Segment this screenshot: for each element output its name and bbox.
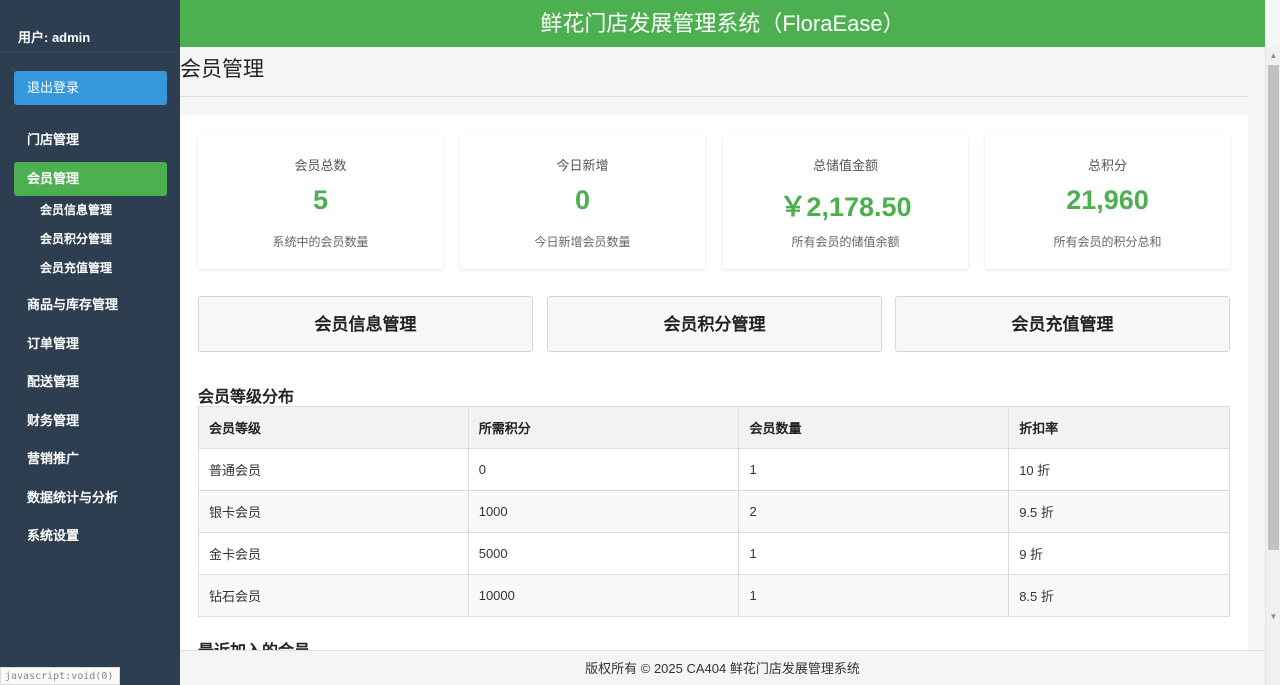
table-cell: 1	[738, 532, 1010, 575]
scroll-down-arrow-icon[interactable]: ▼	[1266, 612, 1280, 627]
column-header: 折扣率	[1008, 406, 1230, 449]
main-content: 会员管理 会员总数 5 系统中的会员数量 今日新增 0 今日新增会员数量 总储值…	[180, 47, 1248, 650]
table-cell: 1	[738, 574, 1010, 617]
member-recharge-button[interactable]: 会员充值管理	[895, 296, 1230, 352]
scroll-up-arrow-icon[interactable]: ▲	[1266, 47, 1280, 62]
stat-desc: 所有会员的积分总和	[1053, 235, 1162, 249]
stat-card-total-balance: 总储值金额 ￥2,178.50 所有会员的储值余额	[723, 135, 968, 269]
app-header: 鲜花门店发展管理系统（FloraEase）	[180, 0, 1265, 47]
footer: 版权所有 © 2025 CA404 鲜花门店发展管理系统	[180, 650, 1265, 685]
table-cell: 钻石会员	[198, 574, 469, 617]
sidebar-item-settings[interactable]: 系统设置	[14, 519, 167, 553]
stat-label: 总积分	[1087, 158, 1127, 173]
page-header: 会员管理	[180, 47, 1248, 97]
page-title: 会员管理	[180, 58, 264, 81]
table-cell: 银卡会员	[198, 490, 469, 533]
column-header: 会员数量	[738, 406, 1010, 449]
sidebar-item-orders[interactable]: 订单管理	[14, 327, 167, 361]
scroll-thumb[interactable]	[1268, 65, 1279, 550]
column-header: 会员等级	[198, 406, 469, 449]
table-cell: 9.5 折	[1008, 490, 1230, 533]
level-table: 会员等级 所需积分 会员数量 折扣率 普通会员 0 1 10 折 银卡会员 10…	[198, 406, 1230, 617]
table-cell: 金卡会员	[198, 532, 469, 575]
stat-desc: 所有会员的储值余额	[791, 235, 900, 249]
stat-label: 今日新增	[556, 158, 609, 173]
stat-card-total-points: 总积分 21,960 所有会员的积分总和	[985, 135, 1230, 269]
sidebar-item-analytics[interactable]: 数据统计与分析	[14, 481, 167, 515]
table-header-row: 会员等级 所需积分 会员数量 折扣率	[198, 406, 1230, 449]
stat-value: 21,960	[1066, 185, 1149, 215]
sidebar-subitem-member-recharge[interactable]: 会员充值管理	[40, 258, 112, 278]
user-label: 用户: admin	[0, 0, 180, 53]
stat-label: 会员总数	[294, 158, 347, 173]
stat-card-new-today: 今日新增 0 今日新增会员数量	[460, 135, 705, 269]
sidebar-item-products-inventory[interactable]: 商品与库存管理	[14, 288, 167, 322]
table-cell: 1	[738, 448, 1010, 491]
table-cell: 5000	[467, 532, 740, 575]
member-points-button[interactable]: 会员积分管理	[547, 296, 882, 352]
logout-button[interactable]: 退出登录	[14, 71, 167, 105]
sidebar: 用户: admin 退出登录 门店管理 会员管理 会员信息管理 会员积分管理 会…	[0, 0, 180, 685]
sidebar-item-marketing[interactable]: 营销推广	[14, 442, 167, 476]
table-cell: 0	[467, 448, 740, 491]
table-cell: 9 折	[1008, 532, 1230, 575]
sidebar-item-store[interactable]: 门店管理	[14, 123, 167, 157]
table-row: 普通会员 0 1 10 折	[198, 448, 1230, 491]
sidebar-item-delivery[interactable]: 配送管理	[14, 365, 167, 399]
stat-value: ￥2,178.50	[779, 192, 912, 222]
table-cell: 2	[738, 490, 1010, 533]
table-row: 银卡会员 1000 2 9.5 折	[198, 490, 1230, 533]
table-row: 金卡会员 5000 1 9 折	[198, 532, 1230, 575]
stat-desc: 系统中的会员数量	[272, 235, 369, 249]
sidebar-item-finance[interactable]: 财务管理	[14, 404, 167, 438]
stat-card-total-members: 会员总数 5 系统中的会员数量	[198, 135, 443, 269]
stat-value: 5	[312, 185, 329, 215]
stat-value: 0	[574, 185, 591, 215]
table-cell: 普通会员	[198, 448, 469, 491]
sidebar-subitem-member-info[interactable]: 会员信息管理	[40, 200, 112, 220]
sidebar-item-members[interactable]: 会员管理	[14, 162, 167, 196]
table-cell: 8.5 折	[1008, 574, 1230, 617]
table-cell: 10000	[467, 574, 740, 617]
table-row: 钻石会员 10000 1 8.5 折	[198, 574, 1230, 617]
stat-desc: 今日新增会员数量	[534, 235, 631, 249]
table-cell: 10 折	[1008, 448, 1230, 491]
stat-label: 总储值金额	[812, 158, 878, 173]
member-info-button[interactable]: 会员信息管理	[198, 296, 533, 352]
page-scrollbar[interactable]: ▲ ▼	[1265, 47, 1280, 685]
recent-members-title: 最近加入的会员	[198, 637, 310, 650]
browser-status-bar: javascript:void(0)	[0, 667, 120, 685]
table-cell: 1000	[467, 490, 740, 533]
column-header: 所需积分	[467, 406, 740, 449]
level-distribution-title: 会员等级分布	[198, 389, 295, 406]
sidebar-subitem-member-points[interactable]: 会员积分管理	[40, 229, 112, 249]
stats-row: 会员总数 5 系统中的会员数量 今日新增 0 今日新增会员数量 总储值金额 ￥2…	[198, 135, 1230, 269]
